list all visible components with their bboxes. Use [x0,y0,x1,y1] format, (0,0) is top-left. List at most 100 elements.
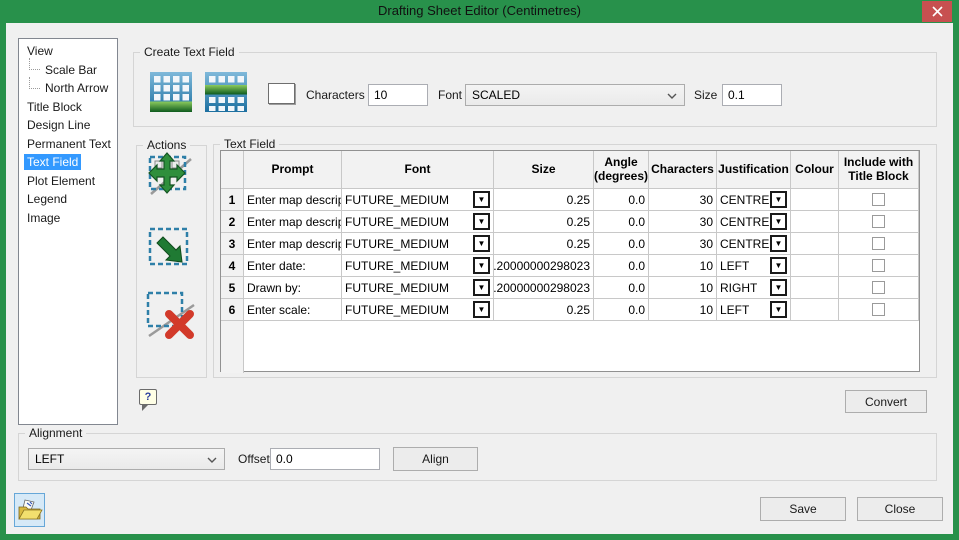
cell-prompt[interactable]: Drawn by: [244,277,342,299]
cell-characters[interactable]: 30 [649,233,717,255]
cell-characters[interactable]: 30 [649,189,717,211]
row-number-cell[interactable]: 6 [221,299,244,321]
cell-prompt[interactable]: Enter map descrip [244,233,342,255]
cell-font[interactable]: FUTURE_MEDIUM ▼ [342,277,494,299]
cell-font[interactable]: FUTURE_MEDIUM ▼ [342,189,494,211]
cell-prompt[interactable]: Enter map descrip [244,189,342,211]
cell-angle[interactable]: 0.0 [594,299,649,321]
tree-item-design-line[interactable]: Design Line [19,116,117,135]
alignment-dropdown[interactable]: LEFT [28,448,225,470]
justification-cell-dropdown-button[interactable]: ▼ [770,257,787,274]
characters-input[interactable] [368,84,428,106]
cell-prompt[interactable]: Enter scale: [244,299,342,321]
move-field-button[interactable] [146,146,194,198]
cell-colour[interactable] [791,277,839,299]
font-cell-dropdown-button[interactable]: ▼ [473,213,490,230]
header-include[interactable]: Include with Title Block [839,151,919,189]
cell-justification[interactable]: CENTRE ▼ [717,189,791,211]
header-prompt[interactable]: Prompt [244,151,342,189]
include-checkbox[interactable] [872,215,885,228]
cell-prompt[interactable]: Enter map descrip [244,211,342,233]
cell-include[interactable] [839,189,919,211]
save-button[interactable]: Save [760,497,846,521]
convert-button[interactable]: Convert [845,390,927,413]
justification-cell-dropdown-button[interactable]: ▼ [770,301,787,318]
cell-angle[interactable]: 0.0 [594,277,649,299]
cell-colour[interactable] [791,233,839,255]
font-cell-dropdown-button[interactable]: ▼ [473,279,490,296]
cell-colour[interactable] [791,211,839,233]
include-checkbox[interactable] [872,303,885,316]
header-size[interactable]: Size [494,151,594,189]
justification-cell-dropdown-button[interactable]: ▼ [770,279,787,296]
close-button[interactable]: Close [857,497,943,521]
font-cell-dropdown-button[interactable]: ▼ [473,301,490,318]
header-font[interactable]: Font [342,151,494,189]
cell-colour[interactable] [791,255,839,277]
row-number-cell[interactable]: 4 [221,255,244,277]
cell-size[interactable]: 0.20000000298023 [494,277,594,299]
delete-field-button[interactable] [144,288,196,342]
cell-angle[interactable]: 0.0 [594,211,649,233]
cell-angle[interactable]: 0.0 [594,233,649,255]
cell-include[interactable] [839,211,919,233]
align-button[interactable]: Align [393,447,478,471]
cell-justification[interactable]: RIGHT ▼ [717,277,791,299]
header-colour[interactable]: Colour [791,151,839,189]
titlebar[interactable]: Drafting Sheet Editor (Centimetres) [0,0,959,23]
cell-font[interactable]: FUTURE_MEDIUM ▼ [342,211,494,233]
tree-item-north-arrow[interactable]: North Arrow [19,79,117,98]
cell-colour[interactable] [791,299,839,321]
tree-item-permanent-text[interactable]: Permanent Text [19,135,117,154]
colour-preview-button[interactable] [268,83,295,104]
size-input[interactable] [722,84,782,106]
header-angle[interactable]: Angle (degrees) [594,151,649,189]
offset-input[interactable] [270,448,380,470]
include-checkbox[interactable] [872,193,885,206]
row-number-cell[interactable]: 2 [221,211,244,233]
cell-include[interactable] [839,233,919,255]
font-cell-dropdown-button[interactable]: ▼ [473,235,490,252]
cell-size[interactable]: 0.25 [494,211,594,233]
cell-justification[interactable]: CENTRE ▼ [717,211,791,233]
cell-justification[interactable]: CENTRE ▼ [717,233,791,255]
include-checkbox[interactable] [872,259,885,272]
font-cell-dropdown-button[interactable]: ▼ [473,191,490,208]
help-icon[interactable]: ? [139,389,157,405]
create-text-field-middle-button[interactable] [205,72,247,112]
create-text-field-button[interactable] [150,72,192,112]
cell-font[interactable]: FUTURE_MEDIUM ▼ [342,255,494,277]
tree-item-title-block[interactable]: Title Block [19,98,117,117]
cell-include[interactable] [839,277,919,299]
cell-size[interactable]: 0.20000000298023 [494,255,594,277]
row-number-cell[interactable]: 1 [221,189,244,211]
justification-cell-dropdown-button[interactable]: ▼ [770,191,787,208]
cell-colour[interactable] [791,189,839,211]
cell-prompt[interactable]: Enter date: [244,255,342,277]
tree-item-image[interactable]: Image [19,209,117,228]
cell-justification[interactable]: LEFT ▼ [717,255,791,277]
include-checkbox[interactable] [872,281,885,294]
row-number-cell[interactable]: 5 [221,277,244,299]
cell-font[interactable]: FUTURE_MEDIUM ▼ [342,233,494,255]
cell-angle[interactable]: 0.0 [594,255,649,277]
font-cell-dropdown-button[interactable]: ▼ [473,257,490,274]
close-window-button[interactable] [922,1,952,22]
header-justification[interactable]: Justification [717,151,791,189]
include-checkbox[interactable] [872,237,885,250]
cell-include[interactable] [839,299,919,321]
justification-cell-dropdown-button[interactable]: ▼ [770,235,787,252]
cell-characters[interactable]: 10 [649,299,717,321]
cell-size[interactable]: 0.25 [494,189,594,211]
cell-justification[interactable]: LEFT ▼ [717,299,791,321]
open-file-button[interactable] [14,493,45,527]
cell-characters[interactable]: 30 [649,211,717,233]
cell-size[interactable]: 0.25 [494,299,594,321]
tree-item-legend[interactable]: Legend [19,190,117,209]
cell-characters[interactable]: 10 [649,277,717,299]
justification-cell-dropdown-button[interactable]: ▼ [770,213,787,230]
cell-font[interactable]: FUTURE_MEDIUM ▼ [342,299,494,321]
cell-include[interactable] [839,255,919,277]
cell-size[interactable]: 0.25 [494,233,594,255]
tree-item-text-field[interactable]: Text Field [19,153,117,172]
